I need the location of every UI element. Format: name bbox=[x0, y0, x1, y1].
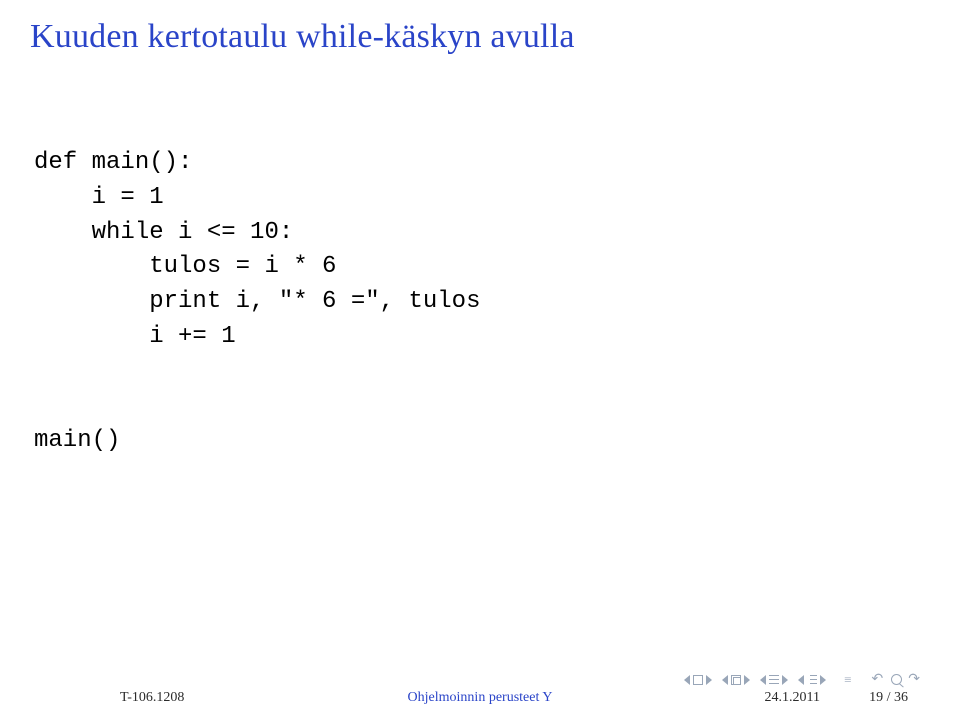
nav-history-group: ↶ ↷ bbox=[872, 671, 920, 688]
nav-slide-group bbox=[684, 675, 712, 685]
nav-section-group bbox=[798, 675, 826, 685]
footer-date: 24.1.2011 bbox=[765, 690, 820, 706]
nav-prev-slide-icon[interactable] bbox=[684, 675, 690, 685]
nav-appendix-icon[interactable]: ≡ bbox=[844, 672, 851, 688]
nav-prev-subsection-icon[interactable] bbox=[760, 675, 766, 685]
code-block: def main(): i = 1 while i <= 10: tulos =… bbox=[34, 146, 930, 459]
nav-next-slide-icon[interactable] bbox=[706, 675, 712, 685]
nav-subsection-group bbox=[760, 675, 788, 685]
nav-next-frame-icon[interactable] bbox=[744, 675, 750, 685]
nav-prev-frame-icon[interactable] bbox=[722, 675, 728, 685]
nav-section-icon[interactable] bbox=[807, 675, 817, 684]
footer-page-number: 19 / 36 bbox=[869, 690, 908, 706]
slide-title: Kuuden kertotaulu while-käskyn avulla bbox=[30, 18, 930, 56]
nav-back-icon[interactable]: ↶ bbox=[872, 671, 884, 688]
slide: Kuuden kertotaulu while-käskyn avulla de… bbox=[0, 0, 960, 720]
nav-slide-icon[interactable] bbox=[693, 675, 703, 685]
nav-frame-group bbox=[722, 675, 750, 685]
nav-forward-icon[interactable]: ↷ bbox=[908, 671, 920, 688]
nav-subsection-icon[interactable] bbox=[769, 675, 779, 684]
nav-frame-icon[interactable] bbox=[731, 675, 741, 685]
nav-next-subsection-icon[interactable] bbox=[782, 675, 788, 685]
footer-course-code: T-106.1208 bbox=[120, 690, 184, 706]
nav-next-section-icon[interactable] bbox=[820, 675, 826, 685]
nav-search-icon[interactable] bbox=[891, 674, 902, 685]
footer-topic: Ohjelmoinnin perusteet Y bbox=[408, 690, 553, 706]
beamer-nav-bar: ≡ ↶ ↷ bbox=[684, 671, 920, 688]
nav-prev-section-icon[interactable] bbox=[798, 675, 804, 685]
